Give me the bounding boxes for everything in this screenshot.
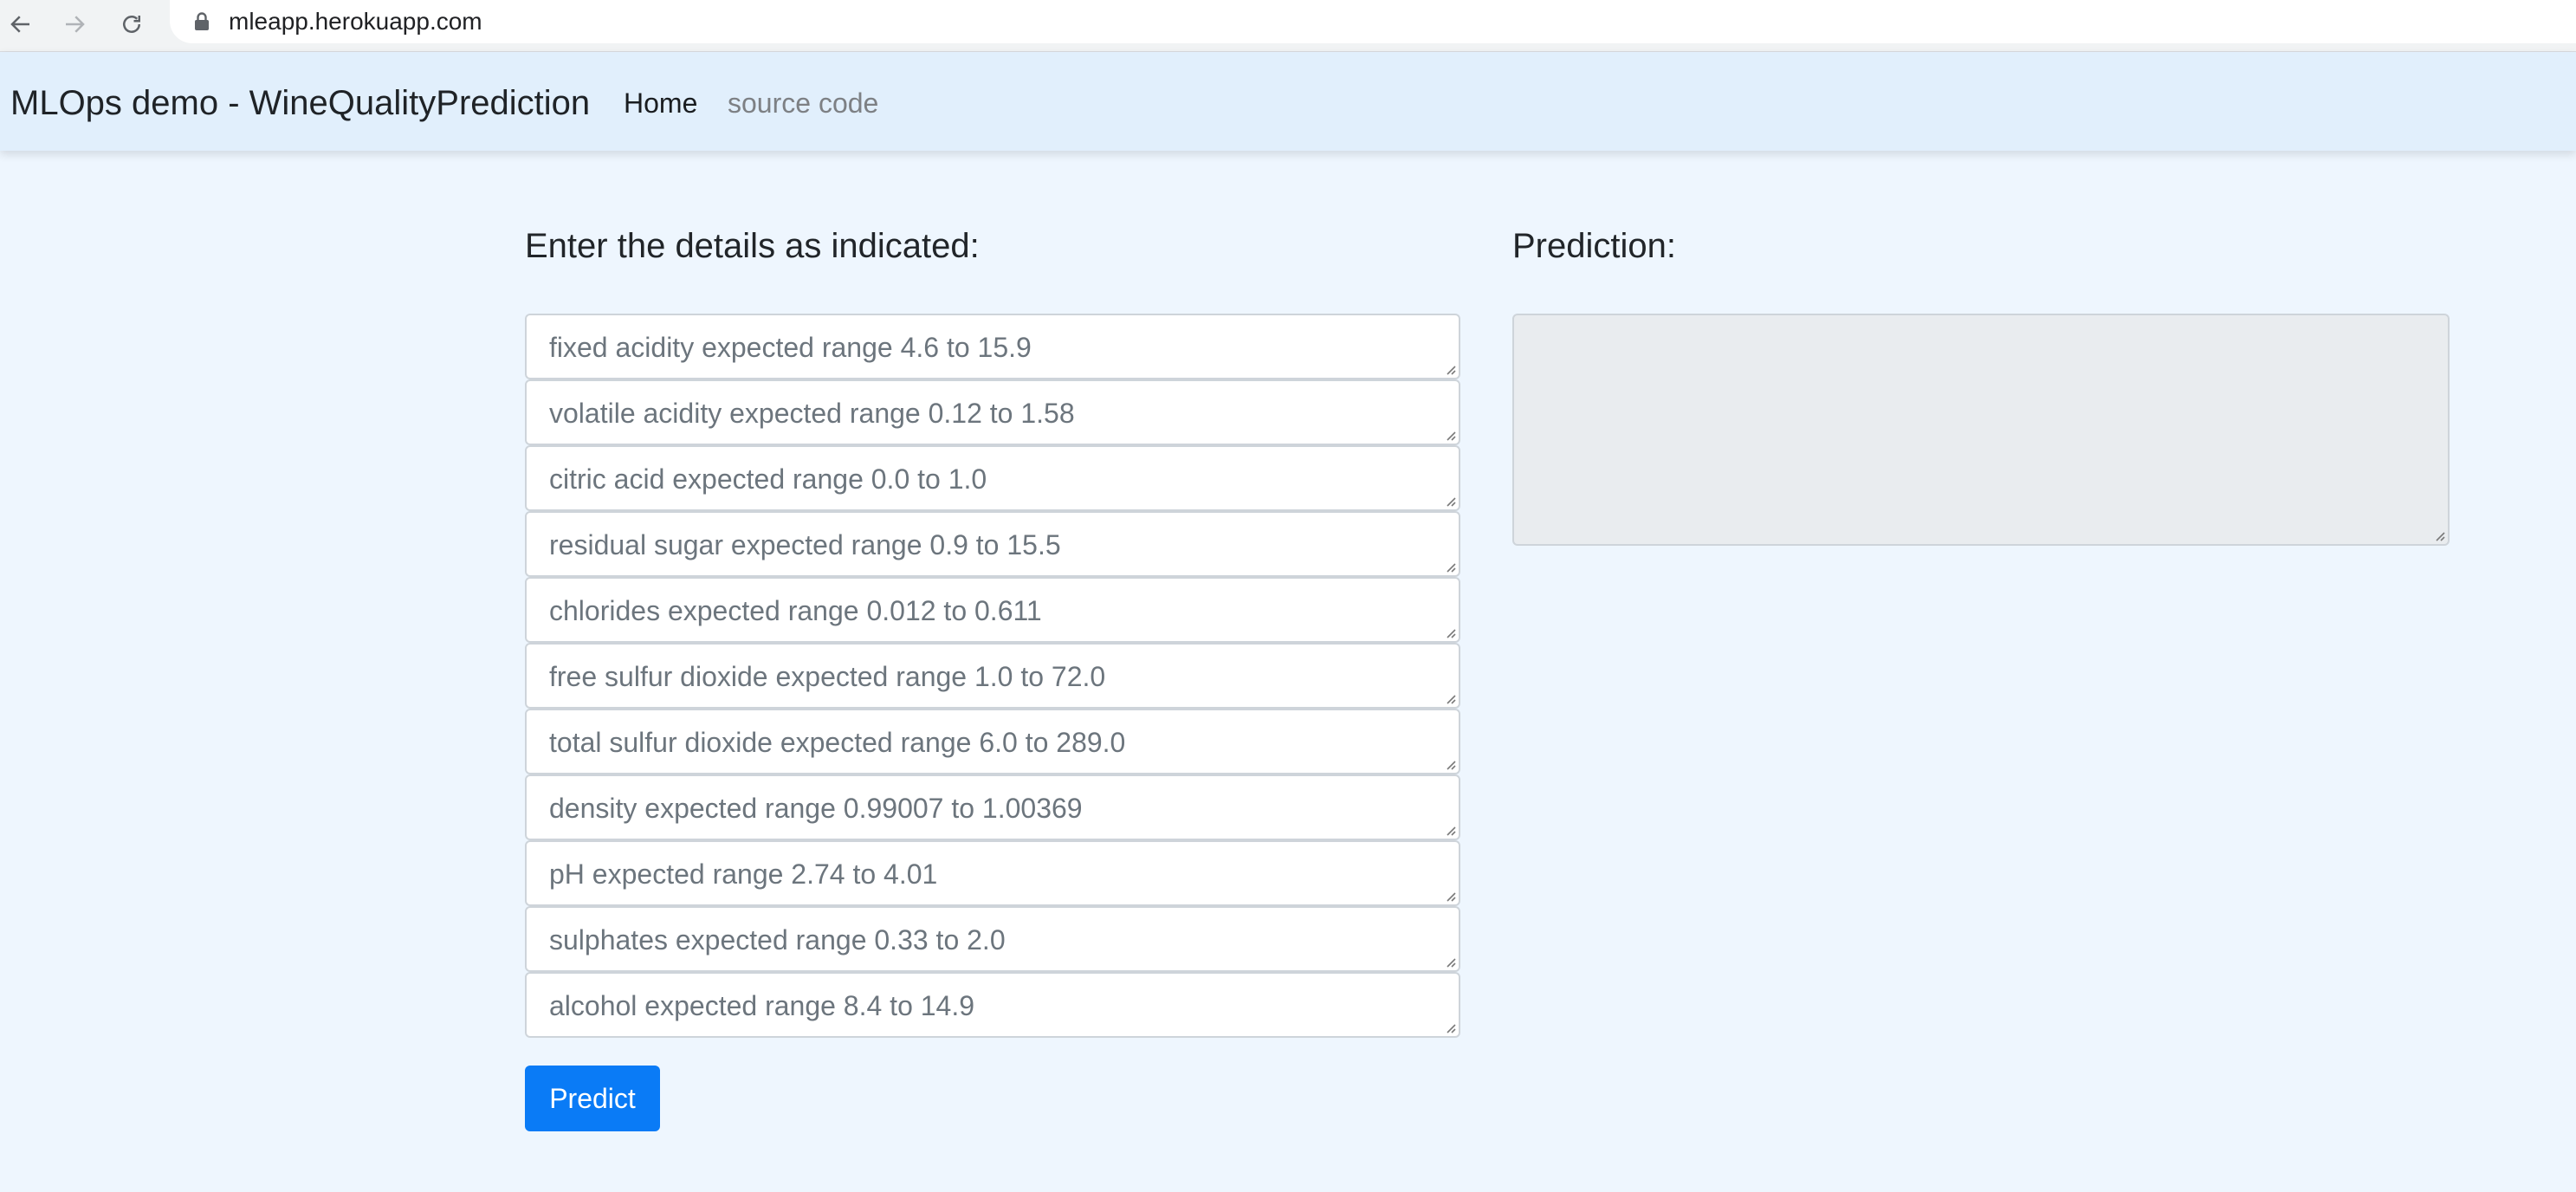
- feature-inputs: fixed acidity expected range 4.6 to 15.9…: [525, 314, 1460, 1038]
- prediction-heading: Prediction:: [1512, 227, 1676, 265]
- navbar-brand[interactable]: MLOps demo - WineQualityPrediction: [10, 83, 590, 123]
- field-placeholder: alcohol expected range 8.4 to 14.9: [549, 990, 975, 1021]
- field-placeholder: free sulfur dioxide expected range 1.0 t…: [549, 661, 1106, 692]
- browser-toolbar: mleapp.herokuapp.com: [0, 0, 2576, 52]
- navbar: MLOps demo - WineQualityPrediction Home …: [0, 52, 2576, 151]
- field-placeholder: sulphates expected range 0.33 to 2.0: [549, 924, 1006, 956]
- resize-grip-icon[interactable]: [1443, 494, 1457, 508]
- form-heading: Enter the details as indicated:: [525, 227, 980, 265]
- field-placeholder: fixed acidity expected range 4.6 to 15.9: [549, 332, 1032, 363]
- resize-grip-icon[interactable]: [1443, 1020, 1457, 1034]
- field-placeholder: total sulfur dioxide expected range 6.0 …: [549, 727, 1126, 758]
- reload-icon[interactable]: [113, 5, 151, 43]
- nav-link-source-code[interactable]: source code: [728, 87, 878, 120]
- resize-grip-icon[interactable]: [1443, 560, 1457, 573]
- citric-acid-input[interactable]: citric acid expected range 0.0 to 1.0: [525, 445, 1460, 511]
- field-placeholder: volatile acidity expected range 0.12 to …: [549, 398, 1075, 429]
- chlorides-input[interactable]: chlorides expected range 0.012 to 0.611: [525, 577, 1460, 643]
- resize-grip-icon[interactable]: [1443, 757, 1457, 771]
- predict-button[interactable]: Predict: [525, 1066, 660, 1131]
- alcohol-input[interactable]: alcohol expected range 8.4 to 14.9: [525, 972, 1460, 1038]
- forward-arrow-icon[interactable]: [55, 5, 94, 43]
- resize-grip-icon[interactable]: [1443, 823, 1457, 837]
- url-text: mleapp.herokuapp.com: [229, 8, 482, 35]
- resize-grip-icon[interactable]: [1443, 955, 1457, 968]
- resize-grip-icon[interactable]: [1443, 691, 1457, 705]
- density-input[interactable]: density expected range 0.99007 to 1.0036…: [525, 774, 1460, 840]
- sulphates-input[interactable]: sulphates expected range 0.33 to 2.0: [525, 906, 1460, 972]
- resize-grip-icon[interactable]: [1443, 889, 1457, 903]
- address-bar[interactable]: mleapp.herokuapp.com: [170, 0, 2576, 43]
- resize-grip-icon[interactable]: [1443, 362, 1457, 376]
- field-placeholder: pH expected range 2.74 to 4.01: [549, 858, 938, 890]
- prediction-output[interactable]: [1512, 314, 2450, 546]
- field-placeholder: citric acid expected range 0.0 to 1.0: [549, 463, 987, 495]
- field-placeholder: residual sugar expected range 0.9 to 15.…: [549, 529, 1061, 560]
- ph-input[interactable]: pH expected range 2.74 to 4.01: [525, 840, 1460, 906]
- resize-grip-icon[interactable]: [1443, 625, 1457, 639]
- total-sulfur-dioxide-input[interactable]: total sulfur dioxide expected range 6.0 …: [525, 709, 1460, 774]
- field-placeholder: chlorides expected range 0.012 to 0.611: [549, 595, 1042, 626]
- free-sulfur-dioxide-input[interactable]: free sulfur dioxide expected range 1.0 t…: [525, 643, 1460, 709]
- back-arrow-icon[interactable]: [2, 5, 40, 43]
- residual-sugar-input[interactable]: residual sugar expected range 0.9 to 15.…: [525, 511, 1460, 577]
- lock-icon: [195, 12, 209, 30]
- fixed-acidity-input[interactable]: fixed acidity expected range 4.6 to 15.9: [525, 314, 1460, 379]
- resize-grip-icon[interactable]: [2432, 528, 2446, 542]
- resize-grip-icon[interactable]: [1443, 428, 1457, 442]
- nav-link-home[interactable]: Home: [624, 87, 697, 120]
- volatile-acidity-input[interactable]: volatile acidity expected range 0.12 to …: [525, 379, 1460, 445]
- field-placeholder: density expected range 0.99007 to 1.0036…: [549, 793, 1083, 824]
